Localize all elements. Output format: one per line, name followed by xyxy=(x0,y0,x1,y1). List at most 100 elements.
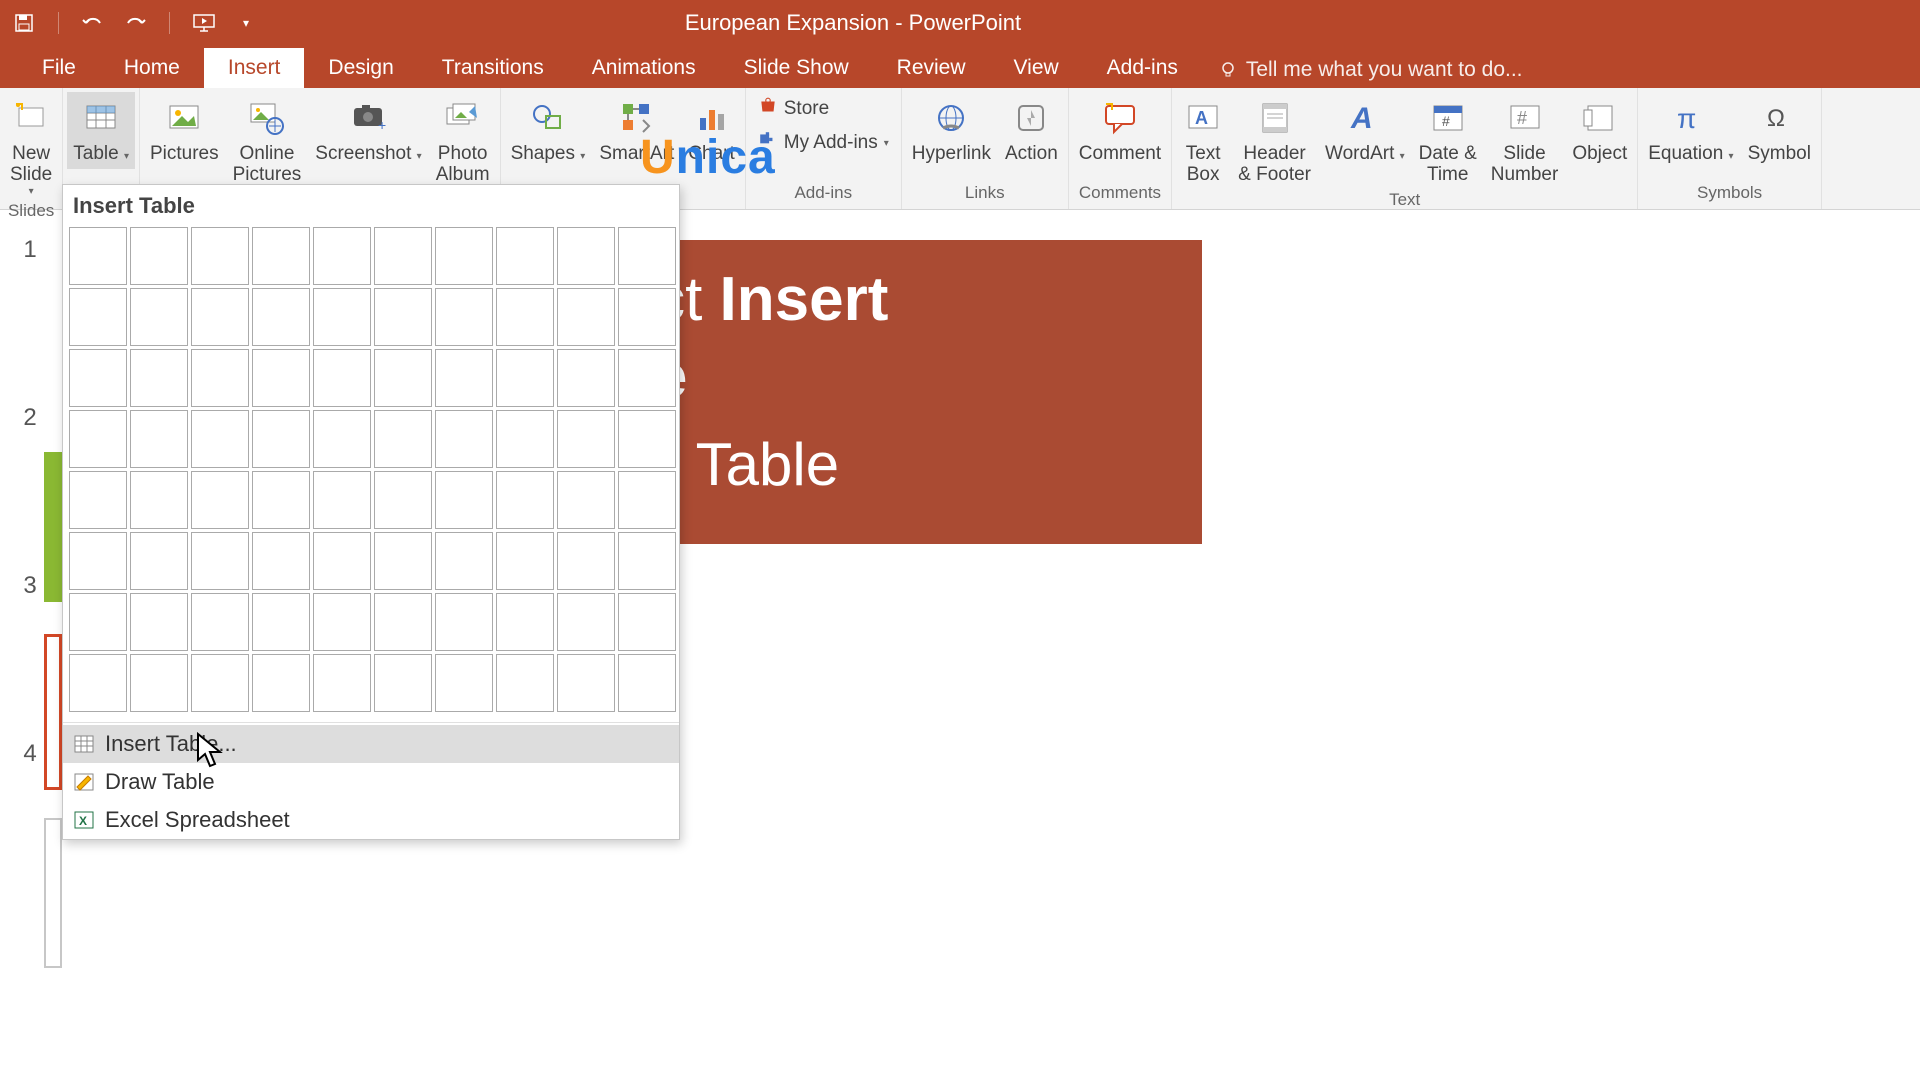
table-cell[interactable] xyxy=(69,227,127,285)
table-cell[interactable] xyxy=(69,349,127,407)
text-box-button[interactable]: ATextBox xyxy=(1176,92,1230,190)
table-button[interactable]: Table ▾ xyxy=(67,92,135,169)
table-cell[interactable] xyxy=(252,288,310,346)
slide-2-thumb-fragment[interactable] xyxy=(44,634,62,790)
table-cell[interactable] xyxy=(130,593,188,651)
screenshot-button[interactable]: +Screenshot ▾ xyxy=(309,92,427,169)
table-cell[interactable] xyxy=(557,227,615,285)
table-cell[interactable] xyxy=(618,593,676,651)
table-cell[interactable] xyxy=(435,288,493,346)
table-cell[interactable] xyxy=(313,471,371,529)
online-pictures-button[interactable]: OnlinePictures xyxy=(227,92,308,190)
table-cell[interactable] xyxy=(313,349,371,407)
table-cell[interactable] xyxy=(374,654,432,712)
table-cell[interactable] xyxy=(435,471,493,529)
slide-number[interactable]: 1 xyxy=(23,236,36,264)
table-cell[interactable] xyxy=(69,593,127,651)
slide-number[interactable]: 3 xyxy=(23,572,36,600)
table-cell[interactable] xyxy=(435,349,493,407)
table-cell[interactable] xyxy=(618,288,676,346)
slide-number[interactable]: 4 xyxy=(23,740,36,768)
table-cell[interactable] xyxy=(618,654,676,712)
comment-button[interactable]: Comment xyxy=(1073,92,1167,169)
table-cell[interactable] xyxy=(374,593,432,651)
table-cell[interactable] xyxy=(618,349,676,407)
table-cell[interactable] xyxy=(313,654,371,712)
table-cell[interactable] xyxy=(130,410,188,468)
table-cell[interactable] xyxy=(374,410,432,468)
store-button[interactable]: Store xyxy=(750,92,897,126)
table-cell[interactable] xyxy=(374,288,432,346)
slide-number[interactable]: 2 xyxy=(23,404,36,432)
tab-view[interactable]: View xyxy=(990,48,1083,88)
table-cell[interactable] xyxy=(496,593,554,651)
table-cell[interactable] xyxy=(496,471,554,529)
table-cell[interactable] xyxy=(252,227,310,285)
table-cell[interactable] xyxy=(557,410,615,468)
table-cell[interactable] xyxy=(69,288,127,346)
table-cell[interactable] xyxy=(252,349,310,407)
tab-slide-show[interactable]: Slide Show xyxy=(720,48,873,88)
table-cell[interactable] xyxy=(618,532,676,590)
table-cell[interactable] xyxy=(191,349,249,407)
table-cell[interactable] xyxy=(313,410,371,468)
table-cell[interactable] xyxy=(191,227,249,285)
table-cell[interactable] xyxy=(69,471,127,529)
table-cell[interactable] xyxy=(191,410,249,468)
table-cell[interactable] xyxy=(130,227,188,285)
header-footer-button[interactable]: Header& Footer xyxy=(1232,92,1317,190)
insert-table-menuitem[interactable]: Insert Table... xyxy=(63,725,679,763)
table-cell[interactable] xyxy=(374,532,432,590)
table-cell[interactable] xyxy=(496,410,554,468)
table-cell[interactable] xyxy=(191,288,249,346)
table-cell[interactable] xyxy=(252,410,310,468)
table-cell[interactable] xyxy=(374,349,432,407)
table-cell[interactable] xyxy=(69,532,127,590)
excel-spreadsheet-menuitem[interactable]: XExcel Spreadsheet xyxy=(63,801,679,839)
table-cell[interactable] xyxy=(557,288,615,346)
table-cell[interactable] xyxy=(496,349,554,407)
table-cell[interactable] xyxy=(435,532,493,590)
table-cell[interactable] xyxy=(69,410,127,468)
slide-number-button[interactable]: #SlideNumber xyxy=(1485,92,1565,190)
table-cell[interactable] xyxy=(130,654,188,712)
pictures-button[interactable]: Pictures xyxy=(144,92,225,169)
table-cell[interactable] xyxy=(557,593,615,651)
equation-button[interactable]: πEquation ▾ xyxy=(1642,92,1739,169)
wordart-button[interactable]: AWordArt ▾ xyxy=(1319,92,1411,169)
table-cell[interactable] xyxy=(313,532,371,590)
table-cell[interactable] xyxy=(313,593,371,651)
tab-add-ins[interactable]: Add-ins xyxy=(1083,48,1202,88)
table-cell[interactable] xyxy=(191,532,249,590)
table-cell[interactable] xyxy=(435,410,493,468)
table-cell[interactable] xyxy=(130,349,188,407)
table-cell[interactable] xyxy=(496,532,554,590)
undo-icon[interactable] xyxy=(81,11,105,35)
table-cell[interactable] xyxy=(496,288,554,346)
slide-3-thumb-fragment[interactable] xyxy=(44,818,62,968)
slide-1-thumb-fragment[interactable] xyxy=(44,452,62,602)
table-cell[interactable] xyxy=(557,532,615,590)
table-size-grid[interactable] xyxy=(63,227,679,720)
shapes-button[interactable]: Shapes ▾ xyxy=(505,92,592,169)
table-cell[interactable] xyxy=(374,227,432,285)
tab-animations[interactable]: Animations xyxy=(568,48,720,88)
tab-review[interactable]: Review xyxy=(873,48,990,88)
table-cell[interactable] xyxy=(557,349,615,407)
table-cell[interactable] xyxy=(130,532,188,590)
table-cell[interactable] xyxy=(252,532,310,590)
table-cell[interactable] xyxy=(69,654,127,712)
table-cell[interactable] xyxy=(252,593,310,651)
table-cell[interactable] xyxy=(618,471,676,529)
table-cell[interactable] xyxy=(191,471,249,529)
new-slide-button[interactable]: NewSlide▾ xyxy=(4,92,58,201)
table-cell[interactable] xyxy=(618,227,676,285)
table-cell[interactable] xyxy=(191,593,249,651)
redo-icon[interactable] xyxy=(123,11,147,35)
table-cell[interactable] xyxy=(435,593,493,651)
table-cell[interactable] xyxy=(496,227,554,285)
table-cell[interactable] xyxy=(435,227,493,285)
slideshow-from-beginning-icon[interactable] xyxy=(192,11,216,35)
table-cell[interactable] xyxy=(252,654,310,712)
tab-design[interactable]: Design xyxy=(304,48,417,88)
